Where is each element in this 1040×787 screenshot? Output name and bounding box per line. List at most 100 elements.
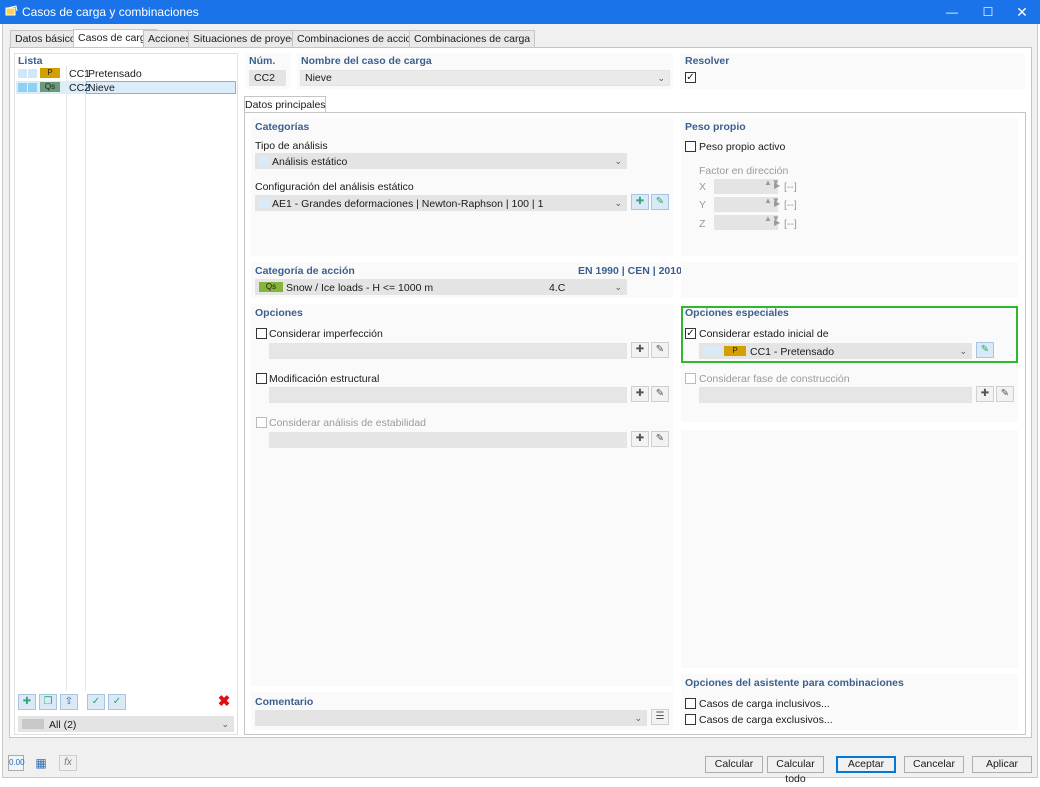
analysis-type-value: Análisis estático [272, 156, 348, 168]
edit-initial-state-icon[interactable]: ✎ [976, 342, 994, 358]
peso-active-label: Peso propio activo [699, 141, 786, 153]
minimize-icon[interactable]: — [934, 0, 970, 24]
new-load-case-icon[interactable]: ✚ [18, 694, 36, 710]
resolver-checkbox[interactable]: ✓ [685, 72, 696, 83]
tab-combinaciones-de-carga[interactable]: Combinaciones de carga [409, 30, 536, 47]
formula-icon[interactable]: fx [59, 755, 77, 771]
analysis-type-label: Tipo de análisis [255, 140, 328, 152]
subtab-datos-principales[interactable]: Datos principales [244, 96, 326, 113]
resolver-label: Resolver [685, 55, 730, 67]
new-stability-icon[interactable]: ✚ [631, 431, 649, 447]
initial-state-label: Considerar estado inicial de [699, 328, 829, 340]
initial-state-checkbox[interactable]: ✓ [685, 328, 696, 339]
comentario-header: Comentario [255, 696, 314, 708]
load-case-name-select[interactable]: Nieve ⌄ [300, 70, 670, 86]
stability-select[interactable] [269, 432, 627, 448]
chevron-down-icon: ⌄ [614, 198, 622, 208]
chevron-down-icon: ⌄ [614, 282, 622, 292]
cancelar-button[interactable]: Cancelar [904, 756, 964, 773]
filter-swatch [22, 719, 44, 729]
spinner-right-icon[interactable]: ▶ [774, 181, 780, 190]
check-all-icon[interactable]: ✓ [87, 694, 105, 710]
list-item-selected[interactable]: Qs CC2 Nieve [16, 81, 236, 94]
units-icon[interactable]: 0.00 [8, 755, 25, 771]
accion-value: Snow / Ice loads - H <= 1000 m [286, 282, 434, 294]
inclusive-label[interactable]: Casos de carga inclusivos... [699, 698, 830, 710]
color-swatch [18, 69, 27, 78]
calcular-todo-button[interactable]: Calcular todo [767, 756, 824, 785]
chevron-down-icon: ⌄ [221, 719, 229, 729]
modification-checkbox[interactable] [256, 373, 267, 384]
list-item-code: CC2 [69, 82, 91, 94]
import-icon[interactable]: ⇧ [60, 694, 78, 710]
resolver-section [680, 53, 1025, 89]
especiales-header: Opciones especiales [685, 307, 789, 319]
construction-phase-select[interactable] [699, 387, 972, 403]
axis-z-label: Z [699, 218, 706, 230]
config-value: AE1 - Grandes deformaciones | Newton-Rap… [272, 198, 544, 210]
window-title: Casos de carga y combinaciones [22, 5, 199, 19]
initial-swatch [703, 346, 721, 356]
construction-phase-checkbox[interactable] [685, 373, 696, 384]
new-modification-icon[interactable]: ✚ [631, 386, 649, 402]
list-item-name: Nieve [88, 82, 115, 94]
analysis-type-select[interactable]: Análisis estático ⌄ [255, 153, 627, 169]
factor-label: Factor en dirección [699, 165, 789, 177]
comment-edit-icon[interactable]: ☰ [651, 709, 669, 725]
edit-imperfection-icon[interactable]: ✎ [651, 342, 669, 358]
color-swatch [28, 83, 37, 92]
imperfection-label: Considerar imperfección [269, 328, 383, 340]
list-divider [66, 66, 67, 691]
edit-stability-icon[interactable]: ✎ [651, 431, 669, 447]
list-panel [14, 53, 238, 735]
categorias-header: Categorías [255, 121, 310, 133]
initial-state-value: CC1 - Pretensado [750, 346, 835, 358]
empty-section [681, 430, 1018, 668]
axis-y-label: Y [699, 199, 707, 211]
unit-x: [--] [784, 181, 797, 193]
comentario-select[interactable]: ⌄ [255, 710, 647, 726]
new-phase-icon[interactable]: ✚ [976, 386, 994, 402]
filter-select[interactable]: All (2) ⌄ [18, 716, 234, 732]
peso-checkbox[interactable] [685, 141, 696, 152]
num-field[interactable]: CC2 [249, 70, 286, 86]
empty-section [681, 262, 1018, 298]
config-select[interactable]: AE1 - Grandes deformaciones | Newton-Rap… [255, 195, 627, 211]
new-config-icon[interactable]: ✚ [631, 194, 649, 210]
accion-select[interactable]: Qs Snow / Ice loads - H <= 1000 m 4.C ⌄ [255, 279, 627, 295]
edit-modification-icon[interactable]: ✎ [651, 386, 669, 402]
app-icon [5, 5, 18, 16]
copy-load-case-icon[interactable]: ❐ [39, 694, 57, 710]
list-item[interactable]: P CC1 Pretensado [16, 68, 236, 80]
aplicar-button[interactable]: Aplicar [972, 756, 1032, 773]
exclusive-label[interactable]: Casos de carga exclusivos... [699, 714, 833, 726]
chevron-down-icon: ⌄ [657, 73, 665, 83]
imperfection-checkbox[interactable] [256, 328, 267, 339]
stability-checkbox[interactable] [256, 417, 267, 428]
edit-phase-icon[interactable]: ✎ [996, 386, 1014, 402]
inclusive-checkbox[interactable] [685, 698, 696, 709]
imperfection-select[interactable] [269, 343, 627, 359]
spinner-right-icon[interactable]: ▶ [774, 199, 780, 208]
initial-state-select[interactable]: P CC1 - Pretensado ⌄ [699, 343, 972, 359]
aceptar-button[interactable]: Aceptar [836, 756, 896, 773]
new-imperfection-icon[interactable]: ✚ [631, 342, 649, 358]
uncheck-icon[interactable]: ✓ [108, 694, 126, 710]
stability-label: Considerar análisis de estabilidad [269, 417, 427, 429]
subtab-label: Datos principales [245, 99, 326, 111]
accion-norm: EN 1990 | CEN | 2010-04 [578, 265, 698, 277]
title-bar: Casos de carga y combinaciones — ☐ ✕ [0, 0, 1040, 24]
axis-x-label: X [699, 181, 707, 193]
close-icon[interactable]: ✕ [1004, 0, 1040, 24]
exclusive-checkbox[interactable] [685, 714, 696, 725]
delete-icon[interactable]: ✖ [216, 694, 232, 710]
unit-y: [--] [784, 199, 797, 211]
maximize-icon[interactable]: ☐ [970, 0, 1006, 24]
accion-code: 4.C [549, 282, 566, 294]
spinner-right-icon[interactable]: ▶ [774, 218, 780, 227]
edit-config-icon[interactable]: ✎ [651, 194, 669, 210]
num-label: Núm. [249, 55, 276, 67]
modification-select[interactable] [269, 387, 627, 403]
calcular-button[interactable]: Calcular [705, 756, 763, 773]
structure-icon[interactable]: ▦ [33, 755, 49, 771]
